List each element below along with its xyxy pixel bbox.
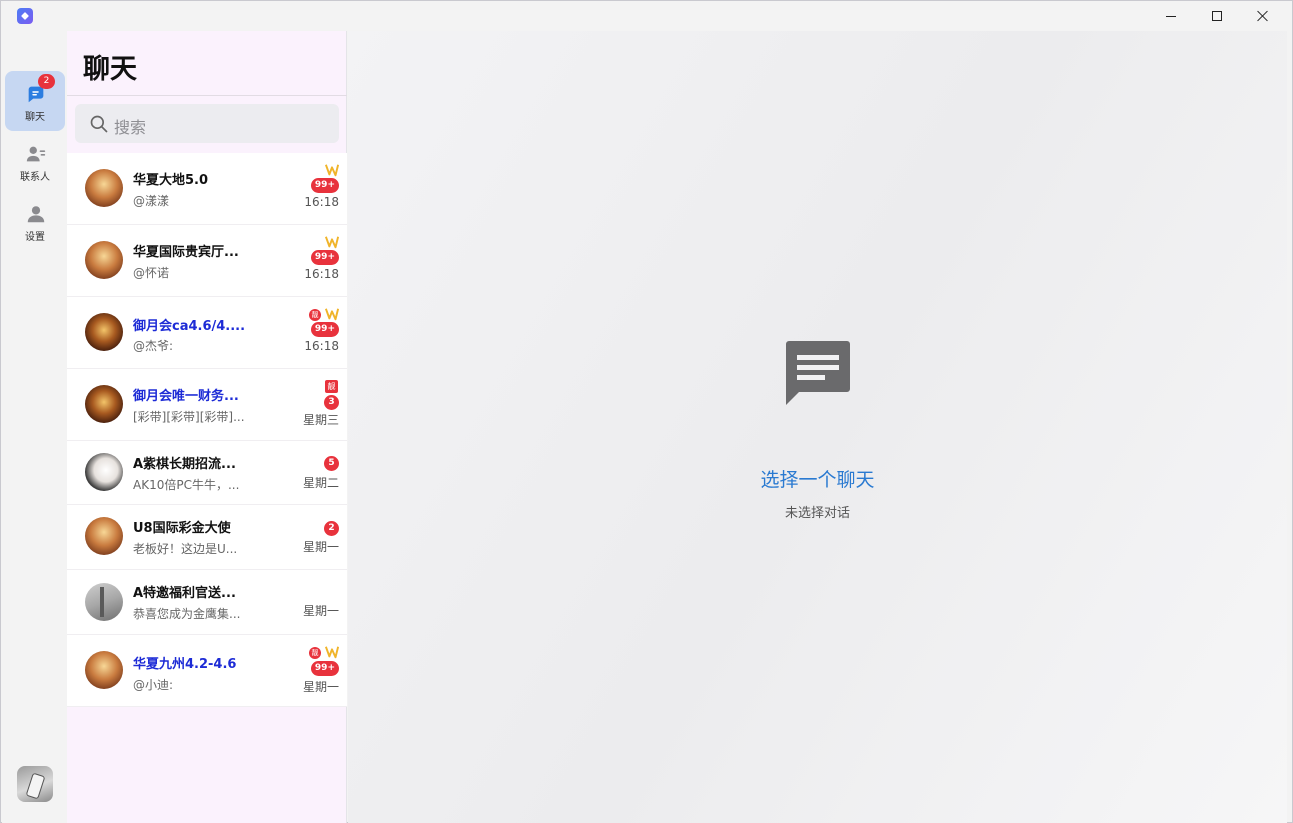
unread-badge: 3 [324, 395, 339, 410]
maximize-icon [1212, 11, 1222, 21]
contacts-icon [26, 146, 46, 162]
conversation-name: A特邀福利官送... [133, 586, 236, 601]
unread-badge: 99+ [310, 661, 339, 676]
conversation-name: U8国际彩金大使 [133, 521, 231, 536]
avatar [85, 651, 123, 689]
rail-item-label: 联系人 [20, 172, 50, 183]
avatar [85, 169, 123, 207]
avatar [85, 313, 123, 351]
message-icon [786, 341, 850, 405]
chat-list-title: 聊天 [83, 54, 137, 85]
maximize-button[interactable] [1194, 1, 1240, 31]
app-logo-icon [17, 8, 33, 24]
conversation-time: 星期三 [302, 413, 339, 427]
conversation-preview: @小迪: [133, 678, 174, 692]
app-window: 2 聊天 联系人 设置 聊天 搜索 华夏大地5.0 @漾漾 99+ 16:18 … [0, 0, 1293, 823]
conversation-item[interactable]: 华夏国际贵宾厅... @怀诺 99+ 16:18 [67, 225, 347, 297]
conversation-time: 星期一 [302, 540, 339, 554]
title-bar [1, 1, 1292, 31]
pretty-number-tag: 靓 [309, 647, 321, 659]
conversation-time: 星期一 [302, 680, 339, 694]
pretty-number-tag: 靓 [325, 380, 338, 393]
conversation-time: 16:18 [304, 267, 339, 281]
conversation-preview: AK10倍PC牛牛，... [133, 478, 240, 492]
search-placeholder: 搜索 [114, 118, 147, 137]
rail-item-chat[interactable]: 2 聊天 [5, 71, 65, 131]
pretty-number-tag: 靓 [309, 309, 321, 321]
vip-icon [325, 236, 339, 249]
vip-icon [325, 164, 339, 177]
avatar [85, 241, 123, 279]
conversation-item[interactable]: 御月会ca4.6/4.... @杰爷: 靓 99+ 16:18 [67, 297, 347, 369]
conversation-item[interactable]: 御月会唯一财务... [彩带][彩带][彩带]... 靓 3 星期三 [67, 369, 347, 441]
vip-icon [325, 646, 339, 659]
empty-state-subtitle: 未选择对话 [784, 506, 850, 521]
conversation-item[interactable]: A特邀福利官送... 恭喜您成为金鹰集... 星期一 [67, 570, 347, 635]
unread-badge: 5 [324, 456, 339, 471]
unread-badge: 99+ [310, 250, 339, 265]
unread-badge: 99+ [310, 322, 339, 337]
avatar [85, 517, 123, 555]
conversation-name: A紫棋长期招流... [133, 457, 236, 472]
conversation-preview: @杰爷: [133, 339, 174, 353]
chat-list-panel: 聊天 搜索 华夏大地5.0 @漾漾 99+ 16:18 华夏国际贵宾厅... @… [67, 31, 347, 823]
conversation-preview: [彩带][彩带][彩带]... [133, 410, 245, 424]
unread-badge: 99+ [310, 178, 339, 193]
conversation-time: 16:18 [304, 339, 339, 353]
unread-badge: 2 [324, 521, 339, 536]
conversation-preview: 老板好！这边是U... [133, 542, 238, 556]
minimize-icon [1166, 15, 1176, 17]
search-input[interactable]: 搜索 [75, 104, 339, 143]
conversation-time: 星期二 [302, 476, 339, 490]
conversation-name: 御月会ca4.6/4.... [133, 319, 246, 334]
close-button[interactable] [1240, 1, 1286, 31]
conversation-name: 华夏九州4.2-4.6 [133, 657, 237, 672]
rail-item-label: 设置 [25, 232, 45, 243]
conversation-time: 星期一 [302, 604, 339, 618]
conversation-item[interactable]: A紫棋长期招流... AK10倍PC牛牛，... 5 星期二 [67, 441, 347, 505]
close-icon [1257, 10, 1269, 22]
minimize-button[interactable] [1148, 1, 1194, 31]
avatar [85, 583, 123, 621]
unread-badge: 2 [38, 74, 55, 89]
avatar [85, 453, 123, 491]
conversation-preview: @漾漾 [133, 194, 170, 208]
conversation-time: 16:18 [304, 195, 339, 209]
conversation-preview: @怀诺 [133, 266, 170, 280]
divider [67, 95, 347, 96]
avatar [85, 385, 123, 423]
chat-main-area: 选择一个聊天 未选择对话 [348, 31, 1287, 823]
empty-state-title: 选择一个聊天 [760, 469, 875, 491]
search-icon [90, 115, 108, 133]
conversation-name: 御月会唯一财务... [133, 389, 239, 404]
rail-item-contacts[interactable]: 联系人 [5, 131, 65, 191]
rail-item-label: 聊天 [25, 112, 45, 123]
conversation-item[interactable]: U8国际彩金大使 老板好！这边是U... 2 星期一 [67, 505, 347, 570]
rail-item-settings[interactable]: 设置 [5, 191, 65, 251]
conversation-preview: 恭喜您成为金鹰集... [133, 607, 241, 621]
conversation-name: 华夏大地5.0 [133, 173, 209, 188]
conversation-name: 华夏国际贵宾厅... [133, 245, 239, 260]
vip-icon [325, 308, 339, 321]
nav-rail: 2 聊天 联系人 设置 [2, 31, 67, 823]
conversation-item[interactable]: 华夏九州4.2-4.6 @小迪: 靓 99+ 星期一 [67, 635, 347, 707]
settings-icon [27, 206, 45, 223]
conversation-item[interactable]: 华夏大地5.0 @漾漾 99+ 16:18 [67, 153, 347, 225]
user-avatar[interactable] [17, 766, 53, 802]
